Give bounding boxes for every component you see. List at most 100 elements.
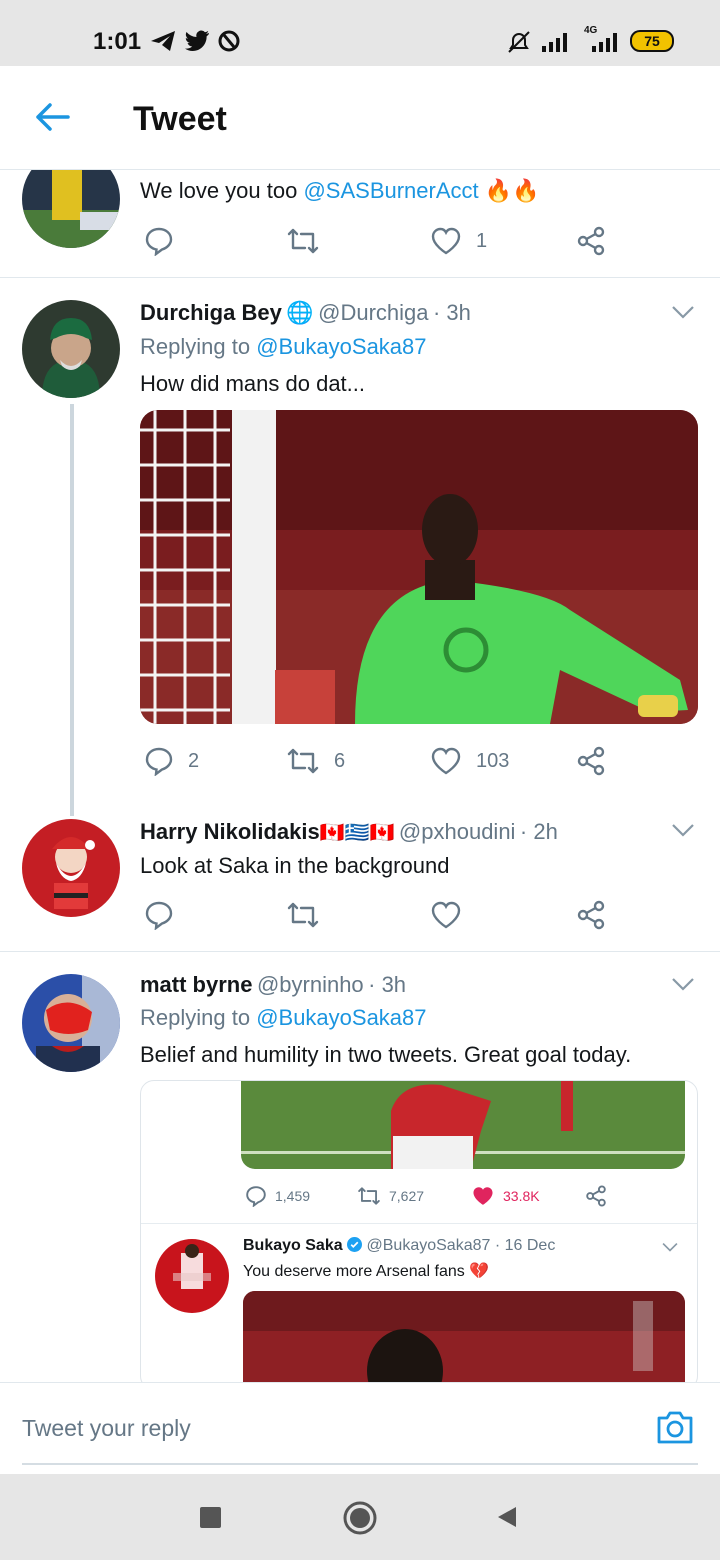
replying-to: Replying to @BukayoSaka87: [140, 334, 427, 359]
silent-icon: [508, 31, 530, 53]
display-name: Bukayo Saka: [243, 1237, 343, 1254]
square-icon[interactable]: [200, 1507, 221, 1528]
retweet-icon: [287, 902, 319, 928]
like-button[interactable]: [430, 900, 462, 930]
flag-icons: 🇨🇦🇬🇷🇨🇦: [319, 822, 395, 844]
timestamp: · 16 Dec: [494, 1237, 556, 1254]
handle[interactable]: @pxhoudini: [399, 819, 516, 844]
share-button[interactable]: [576, 226, 606, 256]
chevron-down-icon[interactable]: [670, 304, 696, 320]
system-nav-bar: [0, 1474, 720, 1560]
divider: [141, 1223, 697, 1224]
tweet-text: We love you too @SASBurnerAcct 🔥🔥: [140, 178, 540, 203]
share-button[interactable]: [576, 746, 606, 776]
tweet-text: Belief and humility in two tweets. Great…: [140, 1042, 632, 1067]
chevron-down-icon[interactable]: [670, 976, 696, 992]
tweet-header: Harry Nikolidakis🇨🇦🇬🇷🇨🇦 @pxhoudini · 2h: [140, 819, 558, 845]
handle[interactable]: @Durchiga: [318, 300, 428, 325]
triangle-back-icon[interactable]: [496, 1505, 518, 1529]
quoted-like: 33.8K: [471, 1185, 540, 1207]
app-icon: [218, 30, 240, 52]
share-icon: [577, 900, 605, 930]
divider: [0, 951, 720, 952]
app-header: Tweet: [0, 66, 720, 170]
reply-icon: [145, 227, 173, 256]
quoted-inner-image: [243, 1291, 685, 1389]
like-count: 1: [476, 229, 488, 252]
chevron-down-icon: [662, 1242, 678, 1252]
display-name[interactable]: matt byrne: [140, 972, 252, 997]
thread-line: [70, 404, 74, 816]
reply-icon: [145, 901, 173, 930]
share-icon: [577, 226, 605, 256]
retweet-button[interactable]: 6: [286, 746, 345, 776]
tweet-header: matt byrne @byrninho · 3h: [140, 972, 406, 998]
retweet-icon: [287, 228, 319, 254]
tweet-text: Look at Saka in the background: [140, 853, 450, 878]
display-name[interactable]: Durchiga Bey: [140, 300, 282, 325]
camera-icon[interactable]: [656, 1409, 694, 1445]
share-button[interactable]: [576, 900, 606, 930]
telegram-icon: [151, 31, 175, 51]
reply-composer[interactable]: Tweet your reply: [0, 1382, 720, 1472]
heart-icon: [431, 901, 461, 929]
chevron-down-icon[interactable]: [670, 822, 696, 838]
page-title: Tweet: [133, 100, 227, 138]
tweet-text: How did mans do dat...: [140, 371, 366, 396]
reply-button[interactable]: 2: [144, 746, 199, 776]
circle-home-icon[interactable]: [342, 1500, 378, 1536]
globe-badge-icon: 🌐: [286, 300, 314, 325]
like-button[interactable]: 103: [430, 746, 509, 776]
status-bar: 1:01 4G 75: [0, 0, 720, 66]
arrow-left-icon[interactable]: [34, 102, 70, 132]
signal-icon: [542, 33, 567, 52]
timestamp: · 3h: [432, 300, 471, 325]
retweet-button[interactable]: [286, 900, 320, 930]
reply-icon: [145, 747, 173, 776]
tweet-image[interactable]: [140, 410, 698, 724]
broken-heart-emoji: 💔: [469, 1263, 490, 1280]
reply-button[interactable]: [144, 900, 174, 930]
quoted-retweet: 7,627: [357, 1185, 424, 1207]
input-underline: [22, 1463, 698, 1465]
avatar: [155, 1239, 229, 1313]
status-time: 1:01: [93, 28, 142, 55]
retweet-button[interactable]: [286, 226, 320, 256]
like-count: 33.8K: [503, 1188, 540, 1204]
like-count: 103: [476, 749, 510, 772]
avatar[interactable]: [22, 300, 120, 398]
handle[interactable]: @byrninho: [257, 972, 364, 997]
display-name[interactable]: Harry Nikolidakis: [140, 819, 320, 844]
reply-input[interactable]: Tweet your reply: [22, 1415, 191, 1442]
battery-icon: 75: [630, 30, 674, 52]
heart-icon: [431, 747, 461, 775]
divider: [0, 277, 720, 278]
signal-4g-icon: [592, 33, 617, 52]
quoted-media: [241, 1081, 685, 1169]
retweet-count: 6: [334, 749, 346, 772]
quoted-tweet-text: You deserve more Arsenal fans 💔: [243, 1263, 490, 1280]
verified-badge-icon: [347, 1237, 363, 1252]
handle: @BukayoSaka87: [366, 1237, 491, 1254]
tweet-header: Durchiga Bey 🌐 @Durchiga · 3h: [140, 300, 471, 326]
retweet-count: 7,627: [389, 1188, 425, 1204]
heart-filled-icon: [473, 1187, 493, 1205]
reply-count: 2: [188, 749, 200, 772]
reply-button[interactable]: [144, 226, 174, 256]
twitter-icon: [185, 30, 209, 51]
timestamp: · 2h: [519, 819, 558, 844]
retweet-icon: [358, 1187, 380, 1205]
share-icon: [586, 1185, 606, 1207]
mention-link[interactable]: @BukayoSaka87: [256, 334, 426, 359]
quoted-image[interactable]: 1,459 7,627 33.8K Bukayo Saka @BukayoSak…: [140, 1080, 698, 1390]
like-button[interactable]: 1: [430, 226, 487, 256]
avatar[interactable]: [22, 819, 120, 917]
reply-icon: [246, 1186, 266, 1207]
mention-link[interactable]: @BukayoSaka87: [256, 1005, 426, 1030]
avatar[interactable]: [22, 974, 120, 1072]
share-icon: [577, 746, 605, 776]
heart-icon: [431, 227, 461, 255]
replying-to: Replying to @BukayoSaka87: [140, 1005, 427, 1030]
quoted-tweet-header: Bukayo Saka @BukayoSaka87 · 16 Dec: [243, 1237, 555, 1255]
mention-link[interactable]: @SASBurnerAcct: [303, 178, 478, 203]
